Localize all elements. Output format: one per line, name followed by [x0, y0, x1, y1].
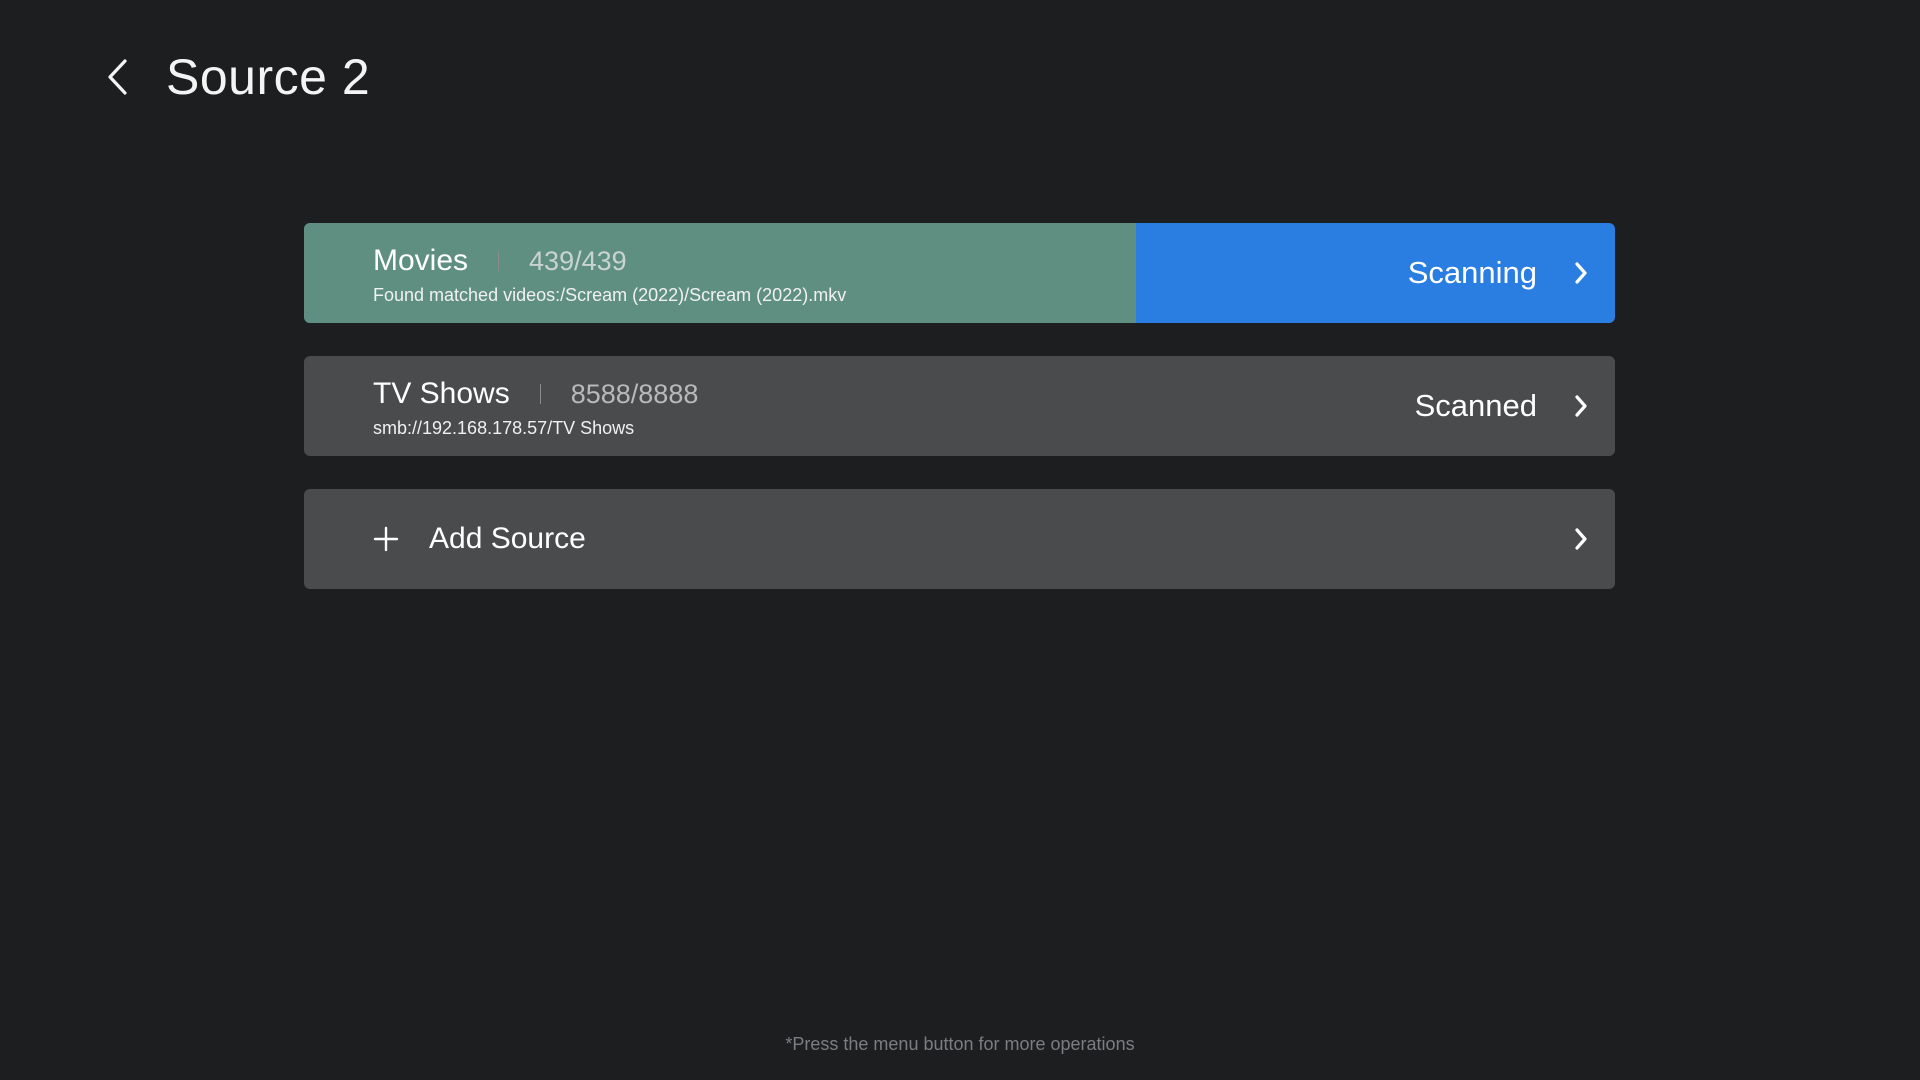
source-status: Scanning [1407, 255, 1537, 290]
back-button[interactable] [100, 53, 136, 101]
source-count: 439/439 [529, 245, 627, 276]
page-title: Source 2 [166, 49, 371, 105]
source-row-tv-shows[interactable]: TV Shows 8588/8888 smb://192.168.178.57/… [304, 356, 1615, 456]
add-source-button[interactable]: Add Source [304, 489, 1615, 589]
chevron-right-icon [1573, 489, 1589, 589]
source-detail: smb://192.168.178.57/TV Shows [373, 418, 635, 438]
source-row-movies[interactable]: Movies 439/439 Found matched videos:/Scr… [304, 223, 1615, 323]
divider [498, 251, 500, 271]
footer-hint: *Press the menu button for more operatio… [785, 1034, 1135, 1054]
divider [539, 384, 541, 404]
source-detail: Found matched videos:/Scream (2022)/Scre… [373, 285, 847, 305]
plus-icon [373, 526, 399, 552]
source-status: Scanned [1414, 388, 1537, 423]
chevron-right-icon [1573, 356, 1589, 456]
source-settings-page: Source 2 Movies 439/439 Found matched vi… [0, 0, 1920, 1080]
source-name: TV Shows [373, 377, 510, 410]
chevron-left-icon [108, 59, 127, 95]
source-count: 8588/8888 [570, 378, 699, 409]
header: Source 2 [100, 44, 370, 110]
source-list: Movies 439/439 Found matched videos:/Scr… [304, 223, 1615, 622]
add-source-label: Add Source [429, 522, 586, 555]
chevron-right-icon [1573, 223, 1589, 323]
source-name: Movies [373, 244, 469, 277]
